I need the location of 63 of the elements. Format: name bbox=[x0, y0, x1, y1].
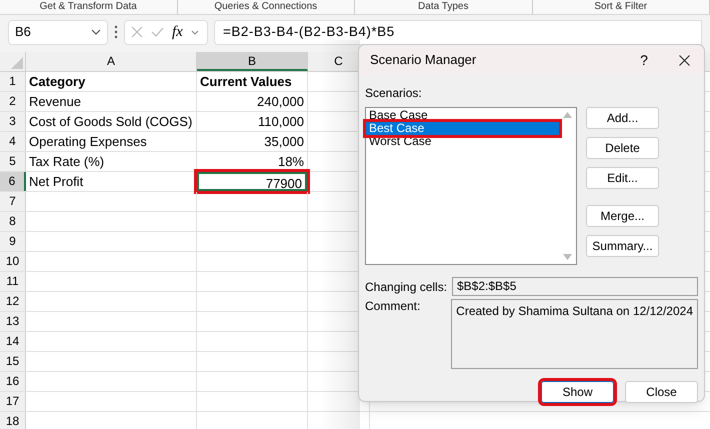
row-header[interactable]: 10 bbox=[0, 252, 26, 271]
scenario-item[interactable]: Base Case bbox=[366, 109, 559, 122]
row-header[interactable]: 12 bbox=[0, 292, 26, 311]
row-header[interactable]: 7 bbox=[0, 192, 26, 211]
row-header[interactable]: 4 bbox=[0, 132, 26, 151]
formula-field[interactable]: =B2-B3-B4-(B2-B3-B4)*B5 bbox=[214, 20, 702, 44]
row-header[interactable]: 18 bbox=[0, 412, 26, 429]
table-cell-text: Operating Expenses bbox=[28, 133, 148, 151]
dialog-button[interactable]: Show bbox=[541, 381, 614, 403]
scenario-item[interactable]: Best Case bbox=[366, 122, 559, 135]
cancel-icon[interactable] bbox=[131, 26, 143, 38]
row-header[interactable]: 11 bbox=[0, 272, 26, 291]
scenarios-label: Scenarios: bbox=[365, 86, 422, 100]
row-header[interactable]: 17 bbox=[0, 392, 26, 411]
table-cell-text: Cost of Goods Sold (COGS) bbox=[28, 113, 194, 131]
column-header[interactable]: B bbox=[197, 52, 308, 71]
comment-field: Created by Shamima Sultana on 12/12/2024 bbox=[451, 299, 698, 369]
dialog-title: Scenario Manager bbox=[370, 51, 478, 70]
dialog-button[interactable]: Delete bbox=[586, 137, 659, 159]
row-header[interactable]: 9 bbox=[0, 232, 26, 251]
chevron-down-icon bbox=[91, 29, 101, 35]
table-cell-text: Current Values bbox=[199, 73, 293, 91]
name-box[interactable]: B6 bbox=[8, 20, 108, 44]
table-cell-text: Revenue bbox=[28, 93, 82, 111]
row-header[interactable]: 2 bbox=[0, 92, 26, 111]
row-header[interactable]: 1 bbox=[0, 72, 26, 91]
table-cell-text: 18% bbox=[276, 153, 305, 171]
row-header[interactable]: 3 bbox=[0, 112, 26, 131]
changing-cells-field: $B$2:$B$5 bbox=[452, 277, 698, 296]
row-header[interactable]: 14 bbox=[0, 332, 26, 351]
table-cell-text: 35,000 bbox=[263, 133, 305, 151]
dialog-button[interactable]: Edit... bbox=[586, 167, 659, 189]
more-options-icon[interactable] bbox=[114, 25, 118, 39]
changing-cells-label: Changing cells: bbox=[365, 278, 448, 296]
row-header[interactable]: 5 bbox=[0, 152, 26, 171]
scroll-down-icon[interactable] bbox=[563, 254, 572, 260]
ribbon-group-label: Get & Transform Data bbox=[40, 1, 137, 12]
row-header[interactable]: 15 bbox=[0, 352, 26, 371]
dialog-button[interactable]: Add... bbox=[586, 107, 659, 129]
table-cell-text: 240,000 bbox=[256, 93, 305, 111]
comment-label: Comment: bbox=[365, 299, 422, 315]
check-icon[interactable] bbox=[151, 27, 164, 37]
chevron-down-icon[interactable] bbox=[190, 30, 199, 34]
table-cell-text: Category bbox=[28, 73, 86, 91]
ribbon-group-label: Queries & Connections bbox=[214, 1, 318, 12]
table-cell-text: 110,000 bbox=[256, 113, 305, 131]
help-button[interactable]: ? bbox=[624, 50, 664, 70]
table-cell: 77900 bbox=[197, 172, 307, 191]
close-icon bbox=[678, 54, 690, 66]
row-header[interactable]: 8 bbox=[0, 212, 26, 231]
insert-function-button[interactable]: fx bbox=[172, 24, 183, 40]
scroll-up-icon[interactable] bbox=[563, 112, 572, 118]
select-all-icon[interactable] bbox=[11, 57, 23, 69]
row-header[interactable]: 16 bbox=[0, 372, 26, 391]
row-header[interactable]: 6 bbox=[0, 172, 26, 191]
dialog-button[interactable]: Merge... bbox=[586, 205, 659, 227]
ribbon-group-label: Data Types bbox=[418, 1, 468, 12]
table-cell-text: Tax Rate (%) bbox=[28, 153, 106, 171]
table-cell-text: Net Profit bbox=[28, 173, 84, 191]
dialog-button[interactable]: Close bbox=[625, 381, 698, 403]
row-header[interactable]: 13 bbox=[0, 312, 26, 331]
ribbon-group-label: Sort & Filter bbox=[594, 1, 648, 12]
dialog-button[interactable]: Summary... bbox=[586, 235, 659, 257]
